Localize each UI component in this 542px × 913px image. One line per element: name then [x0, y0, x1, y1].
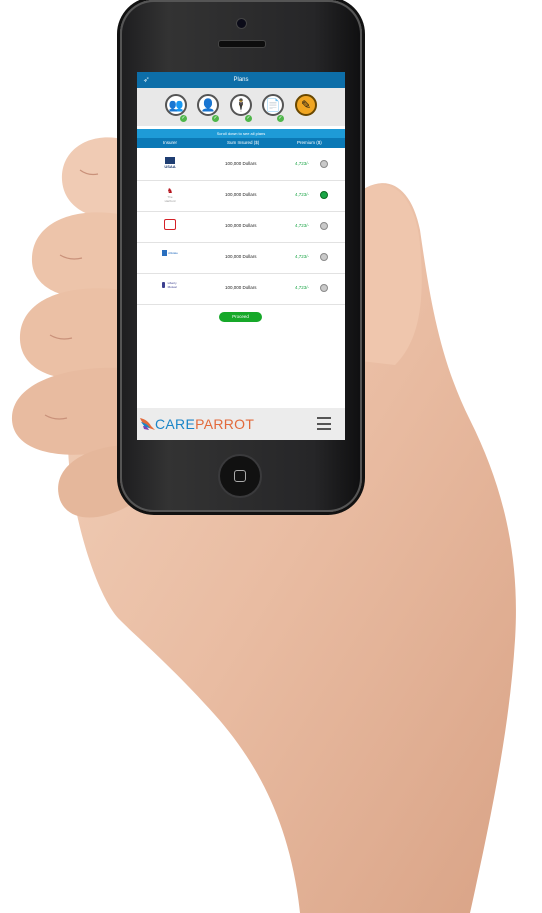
step-person-icon[interactable]: 🕴 [230, 94, 252, 116]
premium: 4,723/- [295, 285, 310, 290]
plan-radio[interactable] [320, 253, 328, 261]
plan-radio[interactable] [320, 222, 328, 230]
step-user-icon[interactable]: 👤 [197, 94, 219, 116]
plan-radio[interactable] [320, 160, 328, 168]
premium: 4,723/- [295, 254, 310, 259]
table-row[interactable]: ♞ The Hartford 100,000 Dollars 4,723/- [137, 181, 345, 212]
col-sum-insured: Sum Insured ($) [227, 140, 260, 145]
table-row[interactable]: USAA 100,000 Dollars 4,723/- [137, 150, 345, 181]
table-row[interactable]: Allstate 100,000 Dollars 4,723/- [137, 243, 345, 274]
table-header: Insurer Sum Insured ($) Premium ($) [137, 138, 345, 148]
progress-steps: 👥 ✓ 👤 ✓ 🕴 ✓ 📄 ✓ ✎ [137, 88, 345, 126]
check-icon: ✓ [180, 115, 187, 122]
table-row[interactable]: 100,000 Dollars 4,723/- [137, 212, 345, 243]
scroll-hint: Scroll down to see all plans [137, 129, 345, 138]
app-screen: ➶ Plans 👥 ✓ 👤 ✓ 🕴 ✓ 📄 ✓ ✎ Scroll down to… [137, 72, 345, 440]
step-group-icon[interactable]: 👥 [165, 94, 187, 116]
insurer-logo: Allstate [162, 250, 178, 264]
home-button[interactable] [218, 454, 262, 498]
check-icon: ✓ [277, 115, 284, 122]
earpiece-speaker [218, 40, 266, 48]
proceed-button[interactable]: Proceed [219, 312, 262, 322]
app-footer: CAREPARROT [137, 408, 345, 440]
insurer-logo: USAA [162, 157, 178, 171]
sum-insured: 100,000 Dollars [225, 285, 257, 290]
app-topbar: ➶ Plans [137, 72, 345, 88]
edit-icon: ✎ [300, 98, 312, 112]
premium: 4,723/- [295, 161, 310, 166]
premium: 4,723/- [295, 223, 310, 228]
plan-radio[interactable] [320, 284, 328, 292]
home-square-icon [234, 470, 246, 482]
user-icon: 👤 [200, 98, 216, 112]
plan-radio-selected[interactable] [320, 191, 328, 199]
page-title: Plans [233, 77, 249, 83]
col-insurer: Insurer [163, 140, 178, 145]
step-document-icon[interactable]: 📄 [262, 94, 284, 116]
bird-logo-icon[interactable]: ➶ [143, 76, 150, 84]
check-icon: ✓ [212, 115, 219, 122]
front-camera [236, 18, 247, 29]
premium: 4,723/- [295, 192, 310, 197]
insurer-logo [162, 219, 178, 233]
sum-insured: 100,000 Dollars [225, 223, 257, 228]
hamburger-menu-icon[interactable] [317, 417, 331, 430]
group-icon: 👥 [168, 98, 184, 112]
table-row[interactable]: Liberty Mutual 100,000 Dollars 4,723/- [137, 274, 345, 305]
insurer-logo: Liberty Mutual [162, 281, 178, 295]
check-icon: ✓ [245, 115, 252, 122]
step-edit-icon[interactable]: ✎ [295, 94, 317, 116]
insurer-logo: ♞ The Hartford [164, 188, 176, 203]
col-premium: Premium ($) [297, 140, 322, 145]
sum-insured: 100,000 Dollars [225, 161, 257, 166]
brand-wordmark: CAREPARROT [155, 416, 255, 432]
person-standing-icon: 🕴 [233, 98, 249, 112]
document-list-icon: 📄 [265, 98, 281, 112]
sum-insured: 100,000 Dollars [225, 192, 257, 197]
sum-insured: 100,000 Dollars [225, 254, 257, 259]
